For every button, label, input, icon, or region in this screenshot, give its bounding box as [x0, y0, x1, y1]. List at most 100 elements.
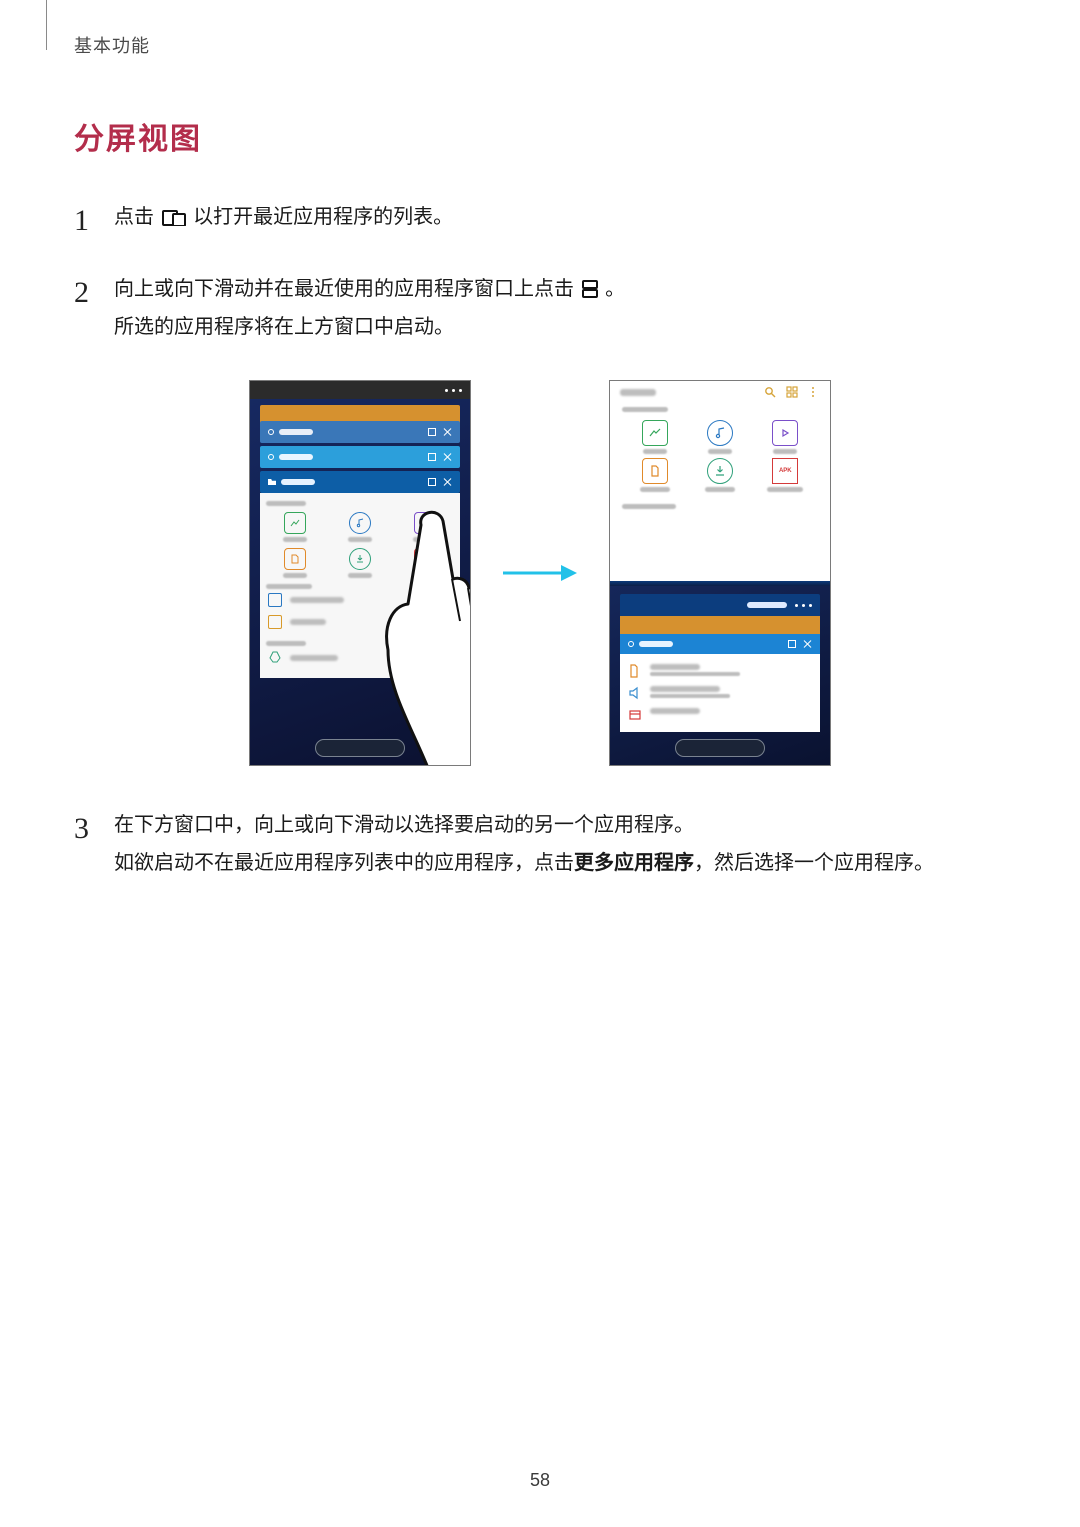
- sound-icon: [628, 686, 642, 700]
- overflow-dot: [459, 389, 462, 392]
- cat-label: [413, 573, 437, 578]
- step1-text-after: 以打开最近应用程序的列表。: [193, 206, 453, 228]
- phone-left: APK: [249, 380, 471, 766]
- splitscreen-icon: [582, 280, 598, 298]
- search-icon: [764, 386, 776, 398]
- tab-label: [279, 429, 313, 435]
- splitscreen-icon: [428, 453, 436, 461]
- folder-icon: [268, 479, 276, 485]
- step3-line2-before: 如欲启动不在最近应用程序列表中的应用程序，点击: [114, 852, 574, 874]
- cat-label: [413, 537, 437, 542]
- page-content: 基本功能 分屏视图 点击 以打开最近应用程序的列表。 向上或向下滑动并在最近使用…: [0, 0, 1080, 882]
- step-2: 向上或向下滑动并在最近使用的应用程序窗口上点击 。 所选的应用程序将在上方窗口中…: [74, 270, 1006, 346]
- cat-label: [705, 487, 735, 492]
- row-sub: [650, 672, 740, 676]
- splitscreen-icon: [428, 428, 436, 436]
- categories-grid: APK: [610, 416, 830, 496]
- list-meta: [418, 598, 452, 603]
- images-icon: [642, 420, 668, 446]
- close-all-button: [315, 739, 405, 757]
- categories-label: [622, 407, 668, 412]
- gear-icon: [628, 641, 634, 647]
- overflow-dot: [809, 604, 812, 607]
- downloads-icon: [707, 458, 733, 484]
- categories-label: [266, 501, 306, 506]
- close-icon: [444, 478, 452, 486]
- step3-line1: 在下方窗口中，向上或向下滑动以选择要启动的另一个应用程序。: [114, 814, 694, 836]
- list-meta: [418, 656, 452, 661]
- tab-label: [279, 454, 313, 460]
- connections-icon: [628, 664, 642, 678]
- close-all-button: [675, 739, 765, 757]
- list-item: [266, 589, 454, 611]
- overflow-icon: [808, 386, 820, 398]
- step-3: 在下方窗口中，向上或向下滑动以选择要启动的另一个应用程序。 如欲启动不在最近应用…: [74, 806, 1006, 882]
- row-title: [650, 686, 720, 692]
- sdcard-icon: [268, 615, 282, 629]
- recents-tab-settings: [620, 634, 820, 654]
- overflow-dot: [452, 389, 455, 392]
- figure: APK: [74, 380, 1006, 766]
- step2-line1-before: 向上或向下滑动并在最近使用的应用程序窗口上点击: [114, 278, 580, 300]
- phone1-topbar: [250, 381, 470, 399]
- globe-icon: [268, 429, 274, 435]
- documents-icon: [642, 458, 668, 484]
- page-edge-line: [46, 0, 47, 50]
- more-apps-bar: [620, 594, 820, 616]
- notifications-icon: [628, 708, 642, 722]
- myfiles-header: [610, 381, 830, 403]
- cat-label: [283, 537, 307, 542]
- gear-icon: [268, 454, 274, 460]
- step-list: 点击 以打开最近应用程序的列表。 向上或向下滑动并在最近使用的应用程序窗口上点击…: [74, 198, 1006, 346]
- list-item: [628, 660, 812, 682]
- list-meta: [418, 620, 452, 625]
- row-sub: [650, 694, 730, 698]
- videos-icon: [414, 512, 436, 534]
- split-upper-pane: APK: [610, 381, 830, 581]
- step-list-cont: 在下方窗口中，向上或向下滑动以选择要启动的另一个应用程序。 如欲启动不在最近应用…: [74, 806, 1006, 882]
- page-number: 58: [0, 1470, 1080, 1491]
- drive-icon: [268, 650, 282, 666]
- audio-icon: [349, 512, 371, 534]
- cat-label: [348, 573, 372, 578]
- videos-icon: [772, 420, 798, 446]
- cat-label: [283, 573, 307, 578]
- row-title: [650, 664, 700, 670]
- overflow-dot: [802, 604, 805, 607]
- downloads-icon: [349, 548, 371, 570]
- local-storage-label: [622, 504, 676, 509]
- split-lower-pane: [610, 586, 830, 765]
- recents-tab-myfiles: [260, 471, 460, 493]
- row-title: [650, 708, 700, 714]
- step2-line1-after: 。: [605, 278, 625, 300]
- more-apps-label: [747, 602, 787, 608]
- images-icon: [284, 512, 306, 534]
- close-icon: [444, 428, 452, 436]
- audio-icon: [707, 420, 733, 446]
- categories-grid: APK: [266, 512, 454, 578]
- local-storage-label: [266, 584, 312, 589]
- close-icon: [804, 640, 812, 648]
- apk-icon: APK: [414, 548, 436, 570]
- documents-icon: [284, 548, 306, 570]
- recents-icon: [162, 210, 186, 226]
- phone-icon: [268, 593, 282, 607]
- list-item: [266, 646, 454, 670]
- phone-right: APK: [609, 380, 831, 766]
- step2-line2: 所选的应用程序将在上方窗口中启动。: [114, 316, 454, 338]
- recents-tab-settings: [260, 446, 460, 468]
- section-title: 分屏视图: [74, 114, 1006, 158]
- settings-list: [620, 654, 820, 732]
- splitscreen-icon: [788, 640, 796, 648]
- list-item: [628, 704, 812, 726]
- step-1: 点击 以打开最近应用程序的列表。: [74, 198, 1006, 236]
- cat-label: [708, 449, 732, 454]
- step3-bold: 更多应用程序: [574, 852, 694, 874]
- list-item: [628, 682, 812, 704]
- cloud-label: [266, 641, 306, 646]
- myfiles-body: APK: [260, 493, 460, 678]
- list-item: [266, 611, 454, 633]
- cat-label: [640, 487, 670, 492]
- cat-label: [773, 449, 797, 454]
- cat-label: [643, 449, 667, 454]
